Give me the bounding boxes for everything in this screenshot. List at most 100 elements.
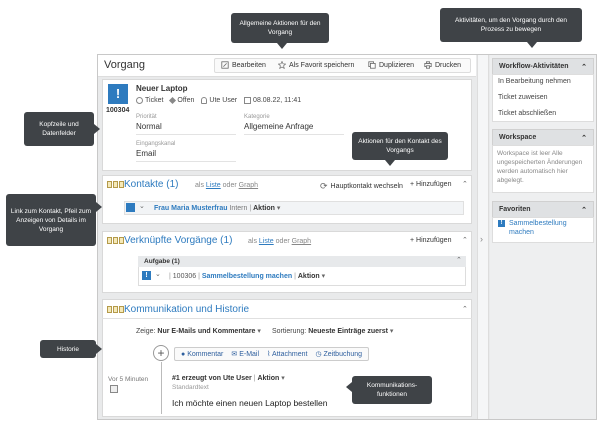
paperclip-icon: ⌇ — [267, 351, 271, 358]
filter-show: Zeige: Nur E-Mails und Kommentare ▾ — [136, 328, 261, 335]
email-button[interactable]: ✉ E-Mail — [231, 350, 259, 358]
task-link[interactable]: Sammelbestellung machen — [202, 273, 292, 280]
callout-pointer — [94, 124, 100, 134]
comm-view-mode-icons[interactable] — [107, 306, 124, 313]
star-icon — [278, 61, 286, 69]
clock-icon — [136, 97, 143, 104]
favorite-link[interactable]: Sammelbestellung machen — [509, 219, 591, 237]
entry-time: Vor 5 Minuten — [108, 376, 149, 383]
category-value: Allgemeine Anfrage — [244, 122, 344, 135]
ticket-meta: Ticket Offen Ute User 08.08.22, 11:41 — [136, 96, 301, 105]
callout-pointer — [527, 42, 537, 48]
channel-label: Eingangskanal — [136, 141, 176, 147]
contacts-graph-link[interactable]: Graph — [239, 182, 258, 189]
channel-value: Email — [136, 149, 236, 162]
calendar-icon — [244, 97, 252, 104]
expand-task-icon[interactable]: ⌄ — [155, 270, 161, 278]
contact-info: Frau Maria Musterfrau Intern | Aktion ▾ — [154, 205, 281, 212]
workflow-item-assign[interactable]: Ticket zuweisen — [498, 94, 548, 101]
time-booking-button[interactable]: ◷ Zeitbuchung — [315, 350, 362, 358]
entry-type-icon — [110, 385, 118, 393]
priority-value: Normal — [136, 122, 236, 135]
ticket-status: Offen — [169, 96, 194, 105]
linked-view-mode-icons[interactable] — [107, 237, 124, 244]
edit-icon — [221, 61, 229, 69]
communication-buttons: ● Kommentar ✉ E-Mail ⌇ Attachment ◷ Zeit… — [174, 347, 370, 361]
contacts-title: Kontakte (1) — [124, 179, 179, 190]
print-button[interactable]: Drucken — [424, 61, 461, 69]
callout-general-actions: Allgemeine Aktionen für den Vorgang — [231, 13, 329, 43]
email-icon: ✉ — [231, 351, 238, 358]
plus-icon: + — [410, 181, 415, 188]
task-type-icon: ! — [142, 271, 151, 280]
add-contact-button[interactable]: + Hinzufügen — [410, 181, 451, 188]
callout-contact-actions: Aktionen für den Kontakt des Vorgangs — [352, 132, 448, 160]
category-label: Kategorie — [244, 114, 270, 120]
comment-icon: ● — [181, 350, 186, 358]
ticket-user[interactable]: Ute User — [201, 97, 237, 104]
duplicate-icon — [368, 61, 376, 69]
ticket-date: 08.08.22, 11:41 — [244, 97, 301, 104]
callout-pointer — [96, 202, 102, 212]
sidebar-splitter[interactable] — [477, 55, 489, 419]
entry-header: #1 erzeugt von Ute User | Aktion ▾ — [172, 375, 285, 382]
workspace-text: Workspace ist leer Alle ungespeicherten … — [497, 150, 583, 184]
comment-button[interactable]: ● Kommentar — [181, 351, 223, 358]
entry-action-menu[interactable]: Aktion — [257, 375, 279, 382]
communication-title: Kommunikation und Historie — [124, 304, 250, 315]
user-icon — [201, 97, 208, 104]
entry-subject: Standardtext — [172, 384, 209, 391]
collapse-contacts-icon[interactable]: ⌃ — [462, 180, 468, 188]
callout-contact-link: Link zum Kontakt, Pfeil zum Anzeigen von… — [6, 194, 96, 246]
view-mode-icons[interactable] — [107, 181, 124, 188]
favorite-type-icon: ! — [498, 220, 505, 227]
diamond-icon — [169, 96, 177, 105]
linked-graph-link[interactable]: Graph — [292, 238, 311, 245]
callout-workflow: Aktivitäten, um den Vorgang durch den Pr… — [440, 8, 582, 42]
sidebar-toggle-icon[interactable]: › — [480, 234, 483, 244]
show-filter-select[interactable]: Nur E-Mails und Kommentare — [157, 328, 255, 335]
task-action-menu[interactable]: Aktion — [298, 273, 320, 280]
favorite-button[interactable]: Als Favorit speichern — [278, 61, 354, 69]
callout-header-fields: Kopfzeile und Datenfelder — [24, 112, 94, 146]
task-number: 100306 — [172, 273, 197, 280]
add-linked-button[interactable]: + Hinzufügen — [410, 237, 451, 244]
contact-person-icon — [126, 203, 135, 212]
ticket-type-icon: ! — [108, 84, 128, 104]
entry-text: Ich möchte einen neuen Laptop bestellen — [172, 398, 328, 408]
task-info: | 100306 | Sammelbestellung machen | Akt… — [169, 273, 326, 280]
workflow-item-close[interactable]: Ticket abschließen — [498, 110, 556, 117]
callout-pointer — [277, 43, 287, 49]
linked-list-link[interactable]: Liste — [259, 238, 274, 245]
linked-view-switch: als Liste oder Graph — [248, 238, 312, 245]
contact-link[interactable]: Frau Maria Musterfrau — [154, 205, 228, 212]
page-title: Vorgang — [104, 59, 145, 71]
task-group-header: Aufgabe (1) — [138, 256, 466, 267]
ticket-type: Ticket — [136, 97, 163, 104]
priority-label: Priorität — [136, 114, 157, 120]
contact-action-menu[interactable]: Aktion — [253, 205, 275, 212]
contacts-list-link[interactable]: Liste — [206, 182, 221, 189]
plus-icon: + — [410, 237, 415, 244]
callout-pointer — [385, 160, 395, 166]
expand-contact-icon[interactable]: ⌄ — [139, 202, 145, 210]
sort-select[interactable]: Neueste Einträge zuerst — [308, 328, 388, 335]
attachment-button[interactable]: ⌇ Attachment — [267, 350, 307, 358]
linked-title: Verknüpfte Vorgänge (1) — [124, 235, 233, 246]
collapse-communication-icon[interactable]: ⌃ — [462, 305, 468, 313]
callout-pointer — [96, 344, 102, 354]
collapse-task-group-icon[interactable]: ⌃ — [456, 256, 462, 264]
change-main-contact-button[interactable]: ⟳ Hauptkontakt wechseln — [320, 181, 403, 192]
ticket-title: Neuer Laptop — [136, 84, 188, 93]
add-entry-button[interactable]: + — [153, 345, 169, 361]
ticket-number: 100304 — [106, 107, 130, 114]
callout-communication: Kommunikations-funktionen — [352, 376, 432, 404]
refresh-icon: ⟳ — [320, 181, 328, 191]
clock-icon: ◷ — [315, 351, 322, 358]
workflow-item-in-progress[interactable]: In Bearbeitung nehmen — [498, 78, 571, 85]
callout-pointer — [346, 382, 352, 392]
edit-button[interactable]: Bearbeiten — [221, 61, 266, 69]
collapse-linked-icon[interactable]: ⌃ — [462, 236, 468, 244]
duplicate-button[interactable]: Duplizieren — [368, 61, 414, 69]
contacts-view-switch: als Liste oder Graph — [195, 182, 259, 189]
